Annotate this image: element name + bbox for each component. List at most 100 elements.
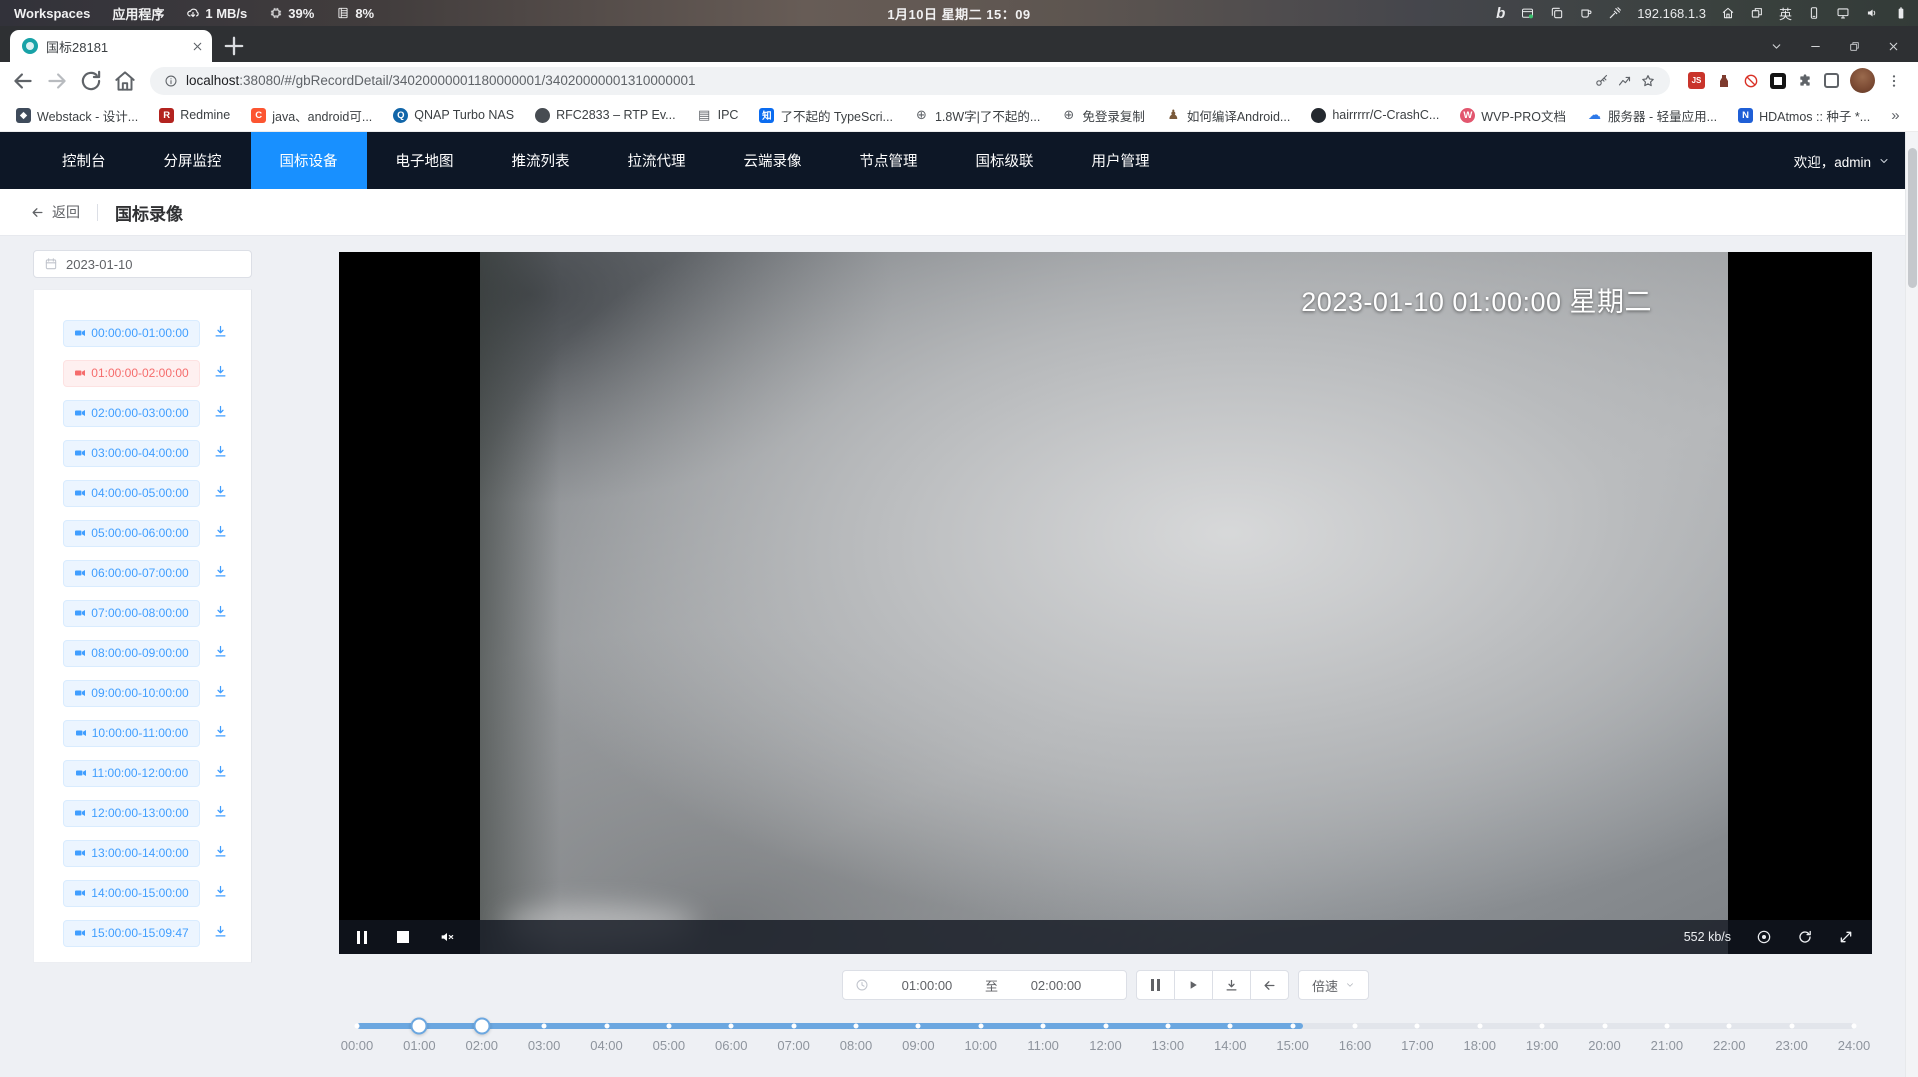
segment-download-button[interactable]: [213, 604, 228, 622]
user-menu[interactable]: 欢迎，admin: [1794, 132, 1918, 189]
segment-download-button[interactable]: [213, 484, 228, 502]
segment-download-button[interactable]: [213, 644, 228, 662]
new-tab-button[interactable]: [220, 32, 248, 60]
segment-button[interactable]: 12:00:00-13:00:00: [63, 800, 200, 827]
segment-button[interactable]: 08:00:00-09:00:00: [63, 640, 200, 667]
clock[interactable]: 1月10日 星期二 15：09: [887, 4, 1030, 23]
share-icon[interactable]: [1617, 73, 1632, 88]
bookmark-star-icon[interactable]: [1640, 73, 1656, 89]
segment-download-button[interactable]: [213, 804, 228, 822]
volume-icon[interactable]: [1865, 6, 1879, 20]
nav-tab-6[interactable]: 拉流代理: [599, 132, 715, 189]
forward-button[interactable]: [44, 68, 70, 94]
window-minimize-button[interactable]: [1809, 40, 1822, 53]
nav-tab-1[interactable]: 控制台: [33, 132, 135, 189]
segment-download-button[interactable]: [213, 524, 228, 542]
segment-button[interactable]: 01:00:00-02:00:00: [63, 360, 200, 387]
snapshot-icon[interactable]: [1756, 929, 1772, 945]
segment-button[interactable]: 03:00:00-04:00:00: [63, 440, 200, 467]
address-bar[interactable]: localhost:38080/#/gbRecordDetail/3402000…: [150, 67, 1670, 95]
back-link[interactable]: 返回: [30, 202, 80, 222]
segment-download-button[interactable]: [213, 844, 228, 862]
bookmark-item[interactable]: ♟如何编译Android...: [1166, 106, 1291, 125]
recorder-extension-icon[interactable]: [1770, 73, 1786, 89]
bookmark-item[interactable]: RFC2833 – RTP Ev...: [535, 108, 676, 123]
js-extension-icon[interactable]: JS: [1688, 72, 1705, 89]
segment-button[interactable]: 05:00:00-06:00:00: [63, 520, 200, 547]
adblock-extension-icon[interactable]: [1743, 73, 1759, 89]
seek-back-button[interactable]: [1250, 970, 1289, 1000]
segment-download-button[interactable]: [213, 364, 228, 382]
segment-button[interactable]: 14:00:00-15:00:00: [63, 880, 200, 907]
network-indicator[interactable]: 1 MB/s: [186, 6, 247, 21]
site-info-icon[interactable]: [164, 74, 178, 88]
ip-address[interactable]: 192.168.1.3: [1637, 6, 1706, 21]
nav-tab-8[interactable]: 节点管理: [831, 132, 947, 189]
browser-tab[interactable]: 国标28181: [10, 30, 212, 62]
segment-button[interactable]: 10:00:00-11:00:00: [63, 720, 200, 747]
tab-close-icon[interactable]: [191, 40, 204, 53]
segment-button[interactable]: 02:00:00-03:00:00: [63, 400, 200, 427]
tampermonkey-extension-icon[interactable]: [1716, 73, 1732, 89]
memory-indicator[interactable]: 8%: [336, 6, 374, 21]
play-button[interactable]: [1174, 970, 1213, 1000]
color-picker-icon[interactable]: [1608, 6, 1622, 20]
segment-download-button[interactable]: [213, 724, 228, 742]
scrollbar-thumb[interactable]: [1908, 148, 1917, 288]
timeline-slider[interactable]: [357, 1019, 1854, 1034]
segment-button[interactable]: 15:00:00-15:09:47: [63, 920, 200, 947]
download-button[interactable]: [1212, 970, 1251, 1000]
segment-button[interactable]: 07:00:00-08:00:00: [63, 600, 200, 627]
home-button[interactable]: [112, 68, 138, 94]
time-range-input[interactable]: 01:00:00 至 02:00:00: [842, 970, 1127, 1000]
bookmark-item[interactable]: QQNAP Turbo NAS: [393, 108, 514, 123]
workspaces-tray-icon[interactable]: [1750, 6, 1764, 20]
segment-download-button[interactable]: [213, 884, 228, 902]
timeline-track[interactable]: [357, 1023, 1854, 1029]
bookmark-item[interactable]: ▤IPC: [697, 108, 739, 123]
pause-button[interactable]: [1136, 970, 1175, 1000]
phone-link-icon[interactable]: [1807, 6, 1821, 20]
nav-tab-4[interactable]: 电子地图: [367, 132, 483, 189]
fullscreen-icon[interactable]: [1838, 929, 1854, 945]
segment-button[interactable]: 00:00:00-01:00:00: [63, 320, 200, 347]
timeline-handle-end[interactable]: [473, 1018, 490, 1035]
segment-download-button[interactable]: [213, 684, 228, 702]
segment-button[interactable]: 13:00:00-14:00:00: [63, 840, 200, 867]
back-button[interactable]: [10, 68, 36, 94]
window-close-button[interactable]: [1887, 40, 1900, 53]
segment-download-button[interactable]: [213, 444, 228, 462]
player-pause-button[interactable]: [357, 931, 367, 944]
cpu-indicator[interactable]: 39%: [269, 6, 314, 21]
display-icon[interactable]: [1836, 6, 1850, 20]
bookmark-item[interactable]: ◆Webstack - 设计...: [16, 106, 138, 125]
reload-button[interactable]: [78, 68, 104, 94]
nav-tab-9[interactable]: 国标级联: [947, 132, 1063, 189]
segment-button[interactable]: 09:00:00-10:00:00: [63, 680, 200, 707]
nav-tab-5[interactable]: 推流列表: [483, 132, 599, 189]
browser-menu-icon[interactable]: [1886, 73, 1902, 89]
notification-app-icon[interactable]: [1520, 6, 1535, 21]
input-method-indicator[interactable]: 英: [1779, 4, 1792, 23]
side-panel-icon[interactable]: [1824, 73, 1839, 88]
timeline-handle-start[interactable]: [411, 1018, 428, 1035]
nav-tab-2[interactable]: 分屏监控: [135, 132, 251, 189]
video-player[interactable]: 2023-01-10 01:00:00 星期二 552 kb/s: [339, 252, 1872, 954]
segment-download-button[interactable]: [213, 924, 228, 942]
segment-button[interactable]: 06:00:00-07:00:00: [63, 560, 200, 587]
bookmark-item[interactable]: hairrrrr/C-CrashC...: [1311, 108, 1439, 123]
password-key-icon[interactable]: [1594, 73, 1609, 88]
bookmark-item[interactable]: ⊕1.8W字|了不起的...: [914, 106, 1040, 125]
bookmark-item[interactable]: 知了不起的 TypeScri...: [759, 106, 893, 125]
workspaces-button[interactable]: Workspaces: [14, 6, 90, 21]
window-restore-button[interactable]: [1848, 40, 1861, 53]
profile-avatar[interactable]: [1850, 68, 1875, 93]
page-scrollbar[interactable]: [1905, 132, 1918, 1077]
segment-download-button[interactable]: [213, 404, 228, 422]
bookmark-item[interactable]: WWVP-PRO文档: [1460, 106, 1566, 125]
applications-button[interactable]: 应用程序: [112, 4, 164, 23]
clipboard-icon[interactable]: [1550, 6, 1564, 20]
mute-icon[interactable]: [439, 929, 455, 945]
home-tray-icon[interactable]: [1721, 6, 1735, 20]
bookmark-item[interactable]: Cjava、android可...: [251, 106, 372, 125]
